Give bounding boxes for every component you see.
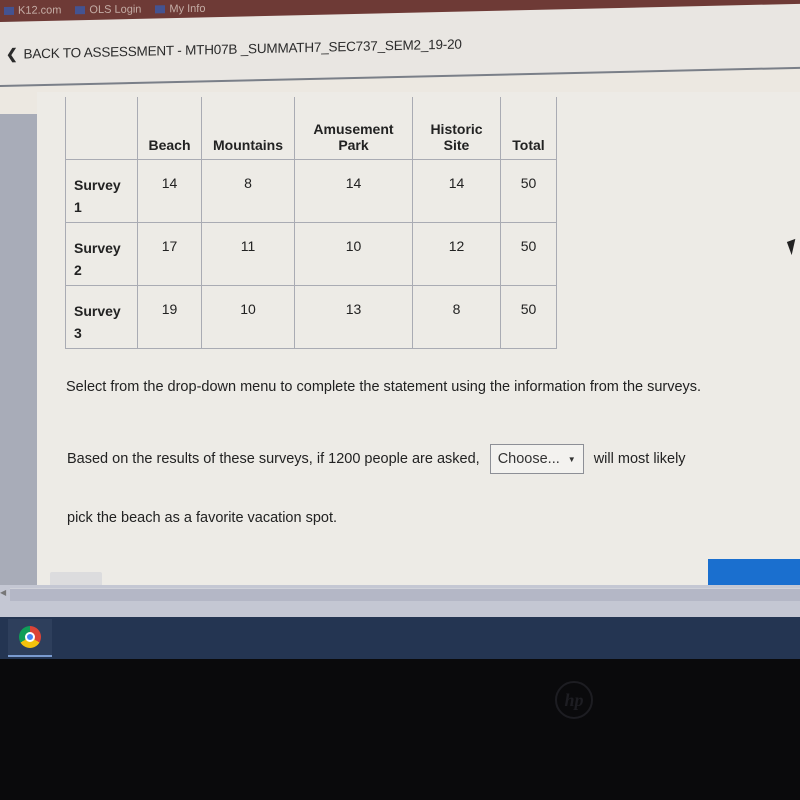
bookmark-label: My Info <box>169 2 206 16</box>
bookmark-label: OLS Login <box>89 3 142 17</box>
table-cell: 12 <box>412 221 501 286</box>
table-row: Survey 1 14 8 14 14 50 <box>65 158 557 223</box>
question-statement: Based on the results of these surveys, i… <box>67 444 686 474</box>
horizontal-scrollbar[interactable]: ◀ <box>0 585 800 617</box>
dropdown-value: Choose... <box>497 451 560 467</box>
screen: K12.com OLS Login My Info ❮ BACK TO ASSE… <box>0 0 800 800</box>
left-sidebar <box>0 114 37 594</box>
assessment-page: ❮ BACK TO ASSESSMENT - MTH07B _SUMMATH7_… <box>0 3 800 617</box>
table-cell: 8 <box>201 158 295 223</box>
row-header: Survey 3 <box>65 284 138 349</box>
table-row: Survey 3 19 10 13 8 50 <box>65 284 557 349</box>
table-cell: 14 <box>137 158 202 223</box>
table-cell: 10 <box>294 221 413 286</box>
statement-before-text: Based on the results of these surveys, i… <box>67 451 480 467</box>
monitor-bezel <box>0 659 800 800</box>
table-cell: 11 <box>201 221 295 286</box>
table-cell: 13 <box>294 284 413 349</box>
hp-logo-icon: hp <box>555 681 593 719</box>
chrome-icon <box>19 626 41 648</box>
bookmark-icon <box>4 6 14 15</box>
table-cell: 50 <box>500 284 557 349</box>
table-cell: 50 <box>500 221 557 286</box>
survey-table: Beach Mountains Amusement Park Historic … <box>65 97 557 349</box>
taskbar <box>0 617 800 659</box>
question-content: Beach Mountains Amusement Park Historic … <box>37 92 800 612</box>
table-cell: 8 <box>412 284 501 349</box>
table-cell: 17 <box>137 221 202 286</box>
back-link-label: BACK TO ASSESSMENT - MTH07B _SUMMATH7_SE… <box>23 36 462 62</box>
scroll-left-icon[interactable]: ◀ <box>0 588 6 597</box>
table-cell: 50 <box>500 158 557 223</box>
table-cell: 19 <box>137 284 202 349</box>
scrollbar-thumb[interactable] <box>10 588 800 601</box>
table-cell: 14 <box>294 158 413 223</box>
row-header: Survey 1 <box>65 158 138 223</box>
column-header-empty <box>65 97 138 160</box>
column-header-total: Total <box>500 97 557 160</box>
table-cell: 14 <box>412 158 501 223</box>
bookmark-k12[interactable]: K12.com <box>4 4 61 17</box>
bookmark-icon <box>75 6 86 15</box>
bookmark-icon <box>155 5 166 14</box>
column-header-amusement-park: Amusement Park <box>294 97 413 160</box>
bookmark-ols-login[interactable]: OLS Login <box>75 4 141 17</box>
taskbar-chrome-button[interactable] <box>8 619 52 657</box>
answer-dropdown[interactable]: Choose... ▼ <box>489 444 584 474</box>
column-header-mountains: Mountains <box>201 97 295 160</box>
chevron-left-icon: ❮ <box>6 45 18 62</box>
question-instructions: Select from the drop-down menu to comple… <box>66 379 702 395</box>
bookmark-my-info[interactable]: My Info <box>155 3 205 16</box>
row-header: Survey 2 <box>65 221 138 286</box>
statement-end-text: pick the beach as a favorite vacation sp… <box>67 510 338 526</box>
table-cell: 10 <box>201 284 295 349</box>
caret-down-icon: ▼ <box>567 454 576 464</box>
column-header-beach: Beach <box>137 97 202 160</box>
table-row: Survey 2 17 11 10 12 50 <box>65 221 557 286</box>
statement-after-text: will most likely <box>593 451 686 467</box>
bookmark-label: K12.com <box>18 4 62 17</box>
column-header-historic-site: Historic Site <box>412 97 501 160</box>
table-header-row: Beach Mountains Amusement Park Historic … <box>65 97 557 160</box>
back-to-assessment-link[interactable]: ❮ BACK TO ASSESSMENT - MTH07B _SUMMATH7_… <box>6 36 462 63</box>
